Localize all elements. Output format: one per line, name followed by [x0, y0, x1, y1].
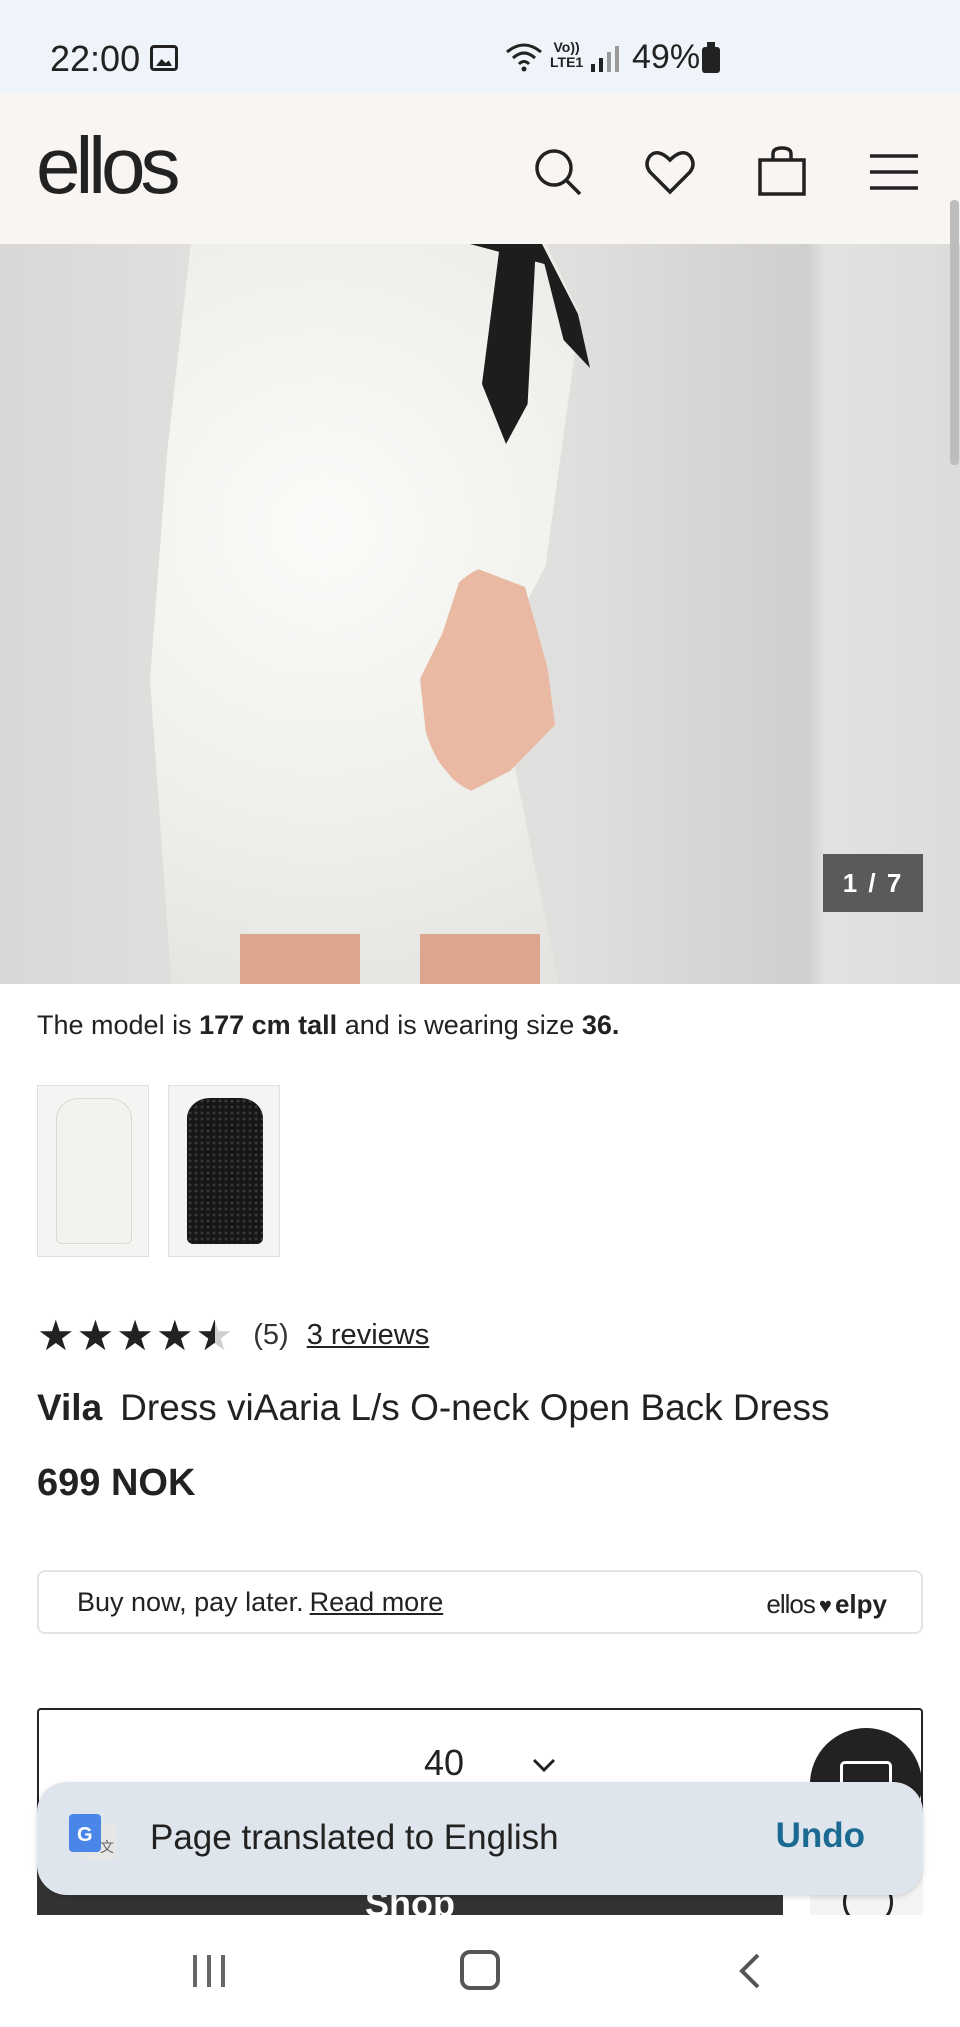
model-size: 36. [581, 1010, 620, 1040]
volte-label: Vo)) [553, 39, 580, 55]
gallery-notification-icon [150, 45, 178, 71]
product-name: Dress viAaria L/s O-neck Open Back Dress [120, 1387, 830, 1428]
undo-button[interactable]: Undo [776, 1816, 865, 1856]
pay-later-banner: Buy now, pay later. Read more ellos ♥ elpy [37, 1570, 923, 1634]
back-icon[interactable] [738, 1953, 762, 1989]
white-dress-thumbnail [56, 1098, 132, 1244]
black-dress-thumbnail [187, 1098, 263, 1244]
selected-size: 40 [424, 1742, 465, 1783]
signal-icon [591, 46, 619, 72]
svg-text:G: G [77, 1824, 93, 1846]
variant-thumb-white[interactable] [37, 1085, 149, 1257]
ellos-logo[interactable]: ellos [36, 120, 181, 212]
pay-later-label: Buy now, pay later. [77, 1587, 304, 1617]
search-icon[interactable] [530, 144, 586, 200]
image-counter: 1 / 7 [823, 854, 923, 912]
ellos-logo-text: ellos [766, 1589, 815, 1619]
star-rating: ★★★★★ [37, 1311, 235, 1360]
heart-icon: ♥ [818, 1593, 832, 1618]
product-brand[interactable]: Vila [37, 1387, 102, 1428]
product-title: Vila Dress viAaria L/s O-neck Open Back D… [37, 1387, 830, 1429]
half-star-icon: ★ [196, 1311, 236, 1360]
model-leg [240, 934, 360, 984]
battery-icon [702, 42, 720, 73]
translation-message: Page translated to English [150, 1818, 559, 1857]
model-info-middle: and is wearing size [344, 1010, 575, 1040]
chevron-down-icon [532, 1758, 556, 1772]
status-time: 22:00 [50, 38, 141, 79]
model-info: The model is 177 cm tall and is wearing … [37, 1010, 619, 1041]
model-height: 177 cm tall [199, 1010, 338, 1040]
variant-thumb-black[interactable] [168, 1085, 280, 1257]
elpy-logo-text: elpy [834, 1589, 887, 1619]
model-info-prefix: The model is [37, 1010, 192, 1040]
recent-apps-icon[interactable] [193, 1955, 229, 1987]
rating-row: ★★★★★ (5) 3 reviews [37, 1310, 429, 1360]
svg-text:文: 文 [100, 1840, 114, 1856]
home-icon[interactable] [460, 1950, 500, 1990]
status-bar: 22:00 Vo)) LTE1 49% [0, 0, 960, 94]
pay-later-text: Buy now, pay later. Read more [77, 1587, 443, 1618]
battery-percent: 49% [632, 38, 701, 76]
read-more-link[interactable]: Read more [310, 1587, 444, 1617]
ellos-elpy-logo: ellos ♥ elpy [766, 1589, 887, 1620]
lte-label: LTE1 [550, 54, 584, 70]
product-price: 699 NOK [37, 1462, 196, 1504]
wifi-icon [506, 43, 542, 72]
volte-indicator: Vo)) LTE1 [550, 40, 583, 70]
reviews-link[interactable]: 3 reviews [307, 1319, 430, 1352]
heart-icon[interactable] [642, 144, 698, 200]
google-translate-icon: G 文 [69, 1814, 117, 1860]
android-nav-bar [0, 1915, 960, 2027]
menu-icon[interactable] [866, 144, 922, 200]
translation-toast: G 文 Page translated to English Undo [37, 1782, 923, 1895]
bag-icon[interactable] [754, 144, 810, 200]
model-leg [420, 934, 540, 984]
site-header: ellos [0, 94, 960, 244]
scrollbar[interactable] [950, 200, 959, 465]
product-image-gallery[interactable]: 1 / 7 [0, 244, 960, 984]
rating-count: (5) [253, 1318, 289, 1351]
